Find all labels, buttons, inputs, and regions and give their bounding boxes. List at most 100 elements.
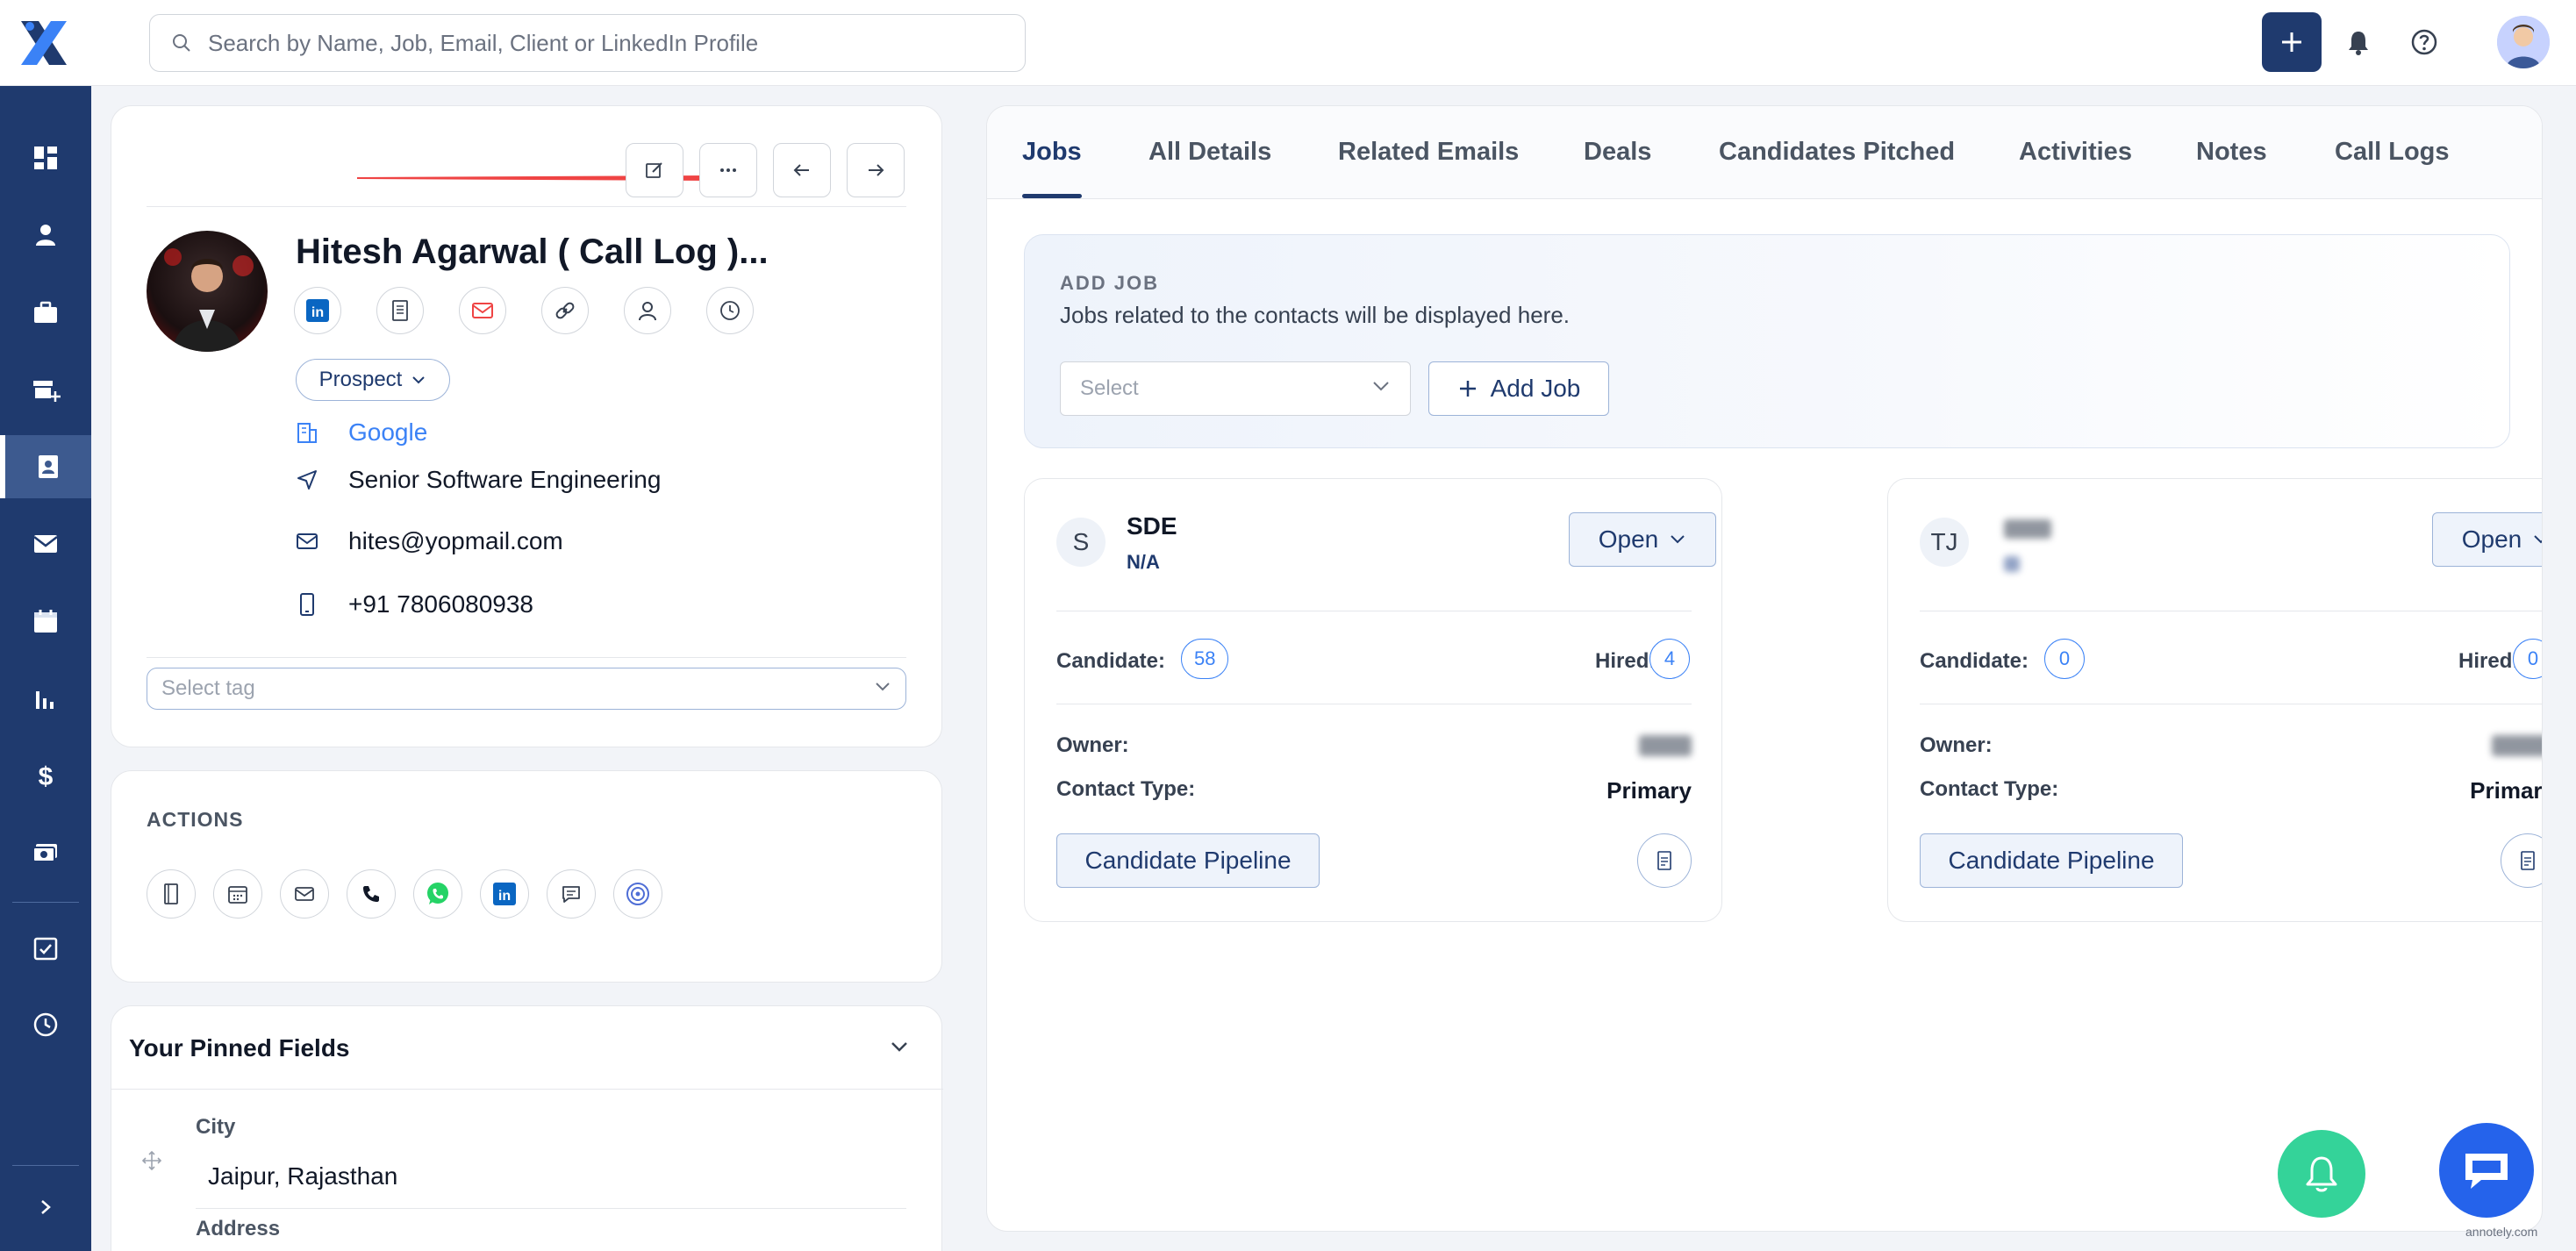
notification-fab[interactable] <box>2278 1130 2365 1218</box>
job-card[interactable]: TJ Open Candidate: 0 Hired: 0 Owner: Con… <box>1887 478 2542 922</box>
job-select[interactable]: Select <box>1060 361 1411 416</box>
message-icon <box>562 886 580 903</box>
mail-icon <box>295 887 314 901</box>
tab-jobs[interactable]: Jobs <box>1022 138 1082 167</box>
add-job-title: ADD JOB <box>1060 272 1160 294</box>
sidebar-item-reports[interactable] <box>0 667 91 730</box>
tab-activities[interactable]: Activities <box>2019 138 2132 167</box>
link-icon <box>555 302 575 319</box>
owner-button[interactable] <box>624 287 671 334</box>
email-row: hites@yopmail.com <box>294 527 563 555</box>
mail-icon <box>294 528 320 554</box>
annotation-arrow <box>357 169 743 187</box>
email-value[interactable]: hites@yopmail.com <box>348 527 563 555</box>
add-job-button[interactable]: Add Job <box>1428 361 1609 416</box>
tag-select[interactable]: Select tag <box>147 668 906 710</box>
candidate-count-badge[interactable]: 0 <box>2044 639 2085 679</box>
next-contact-button[interactable] <box>847 143 905 197</box>
sidebar-item-jobs[interactable] <box>0 281 91 344</box>
task-calendar-icon <box>33 937 58 961</box>
job-title[interactable]: SDE <box>1127 512 1177 540</box>
linkedin-button[interactable]: in <box>294 287 341 334</box>
money-icon <box>32 844 57 862</box>
job-status-label: Open <box>2461 525 2522 553</box>
sidebar-item-clients[interactable] <box>0 358 91 421</box>
svg-text:in: in <box>498 889 511 904</box>
candidate-count-badge[interactable]: 58 <box>1181 639 1229 679</box>
action-notes-button[interactable] <box>147 869 196 919</box>
contact-type-label: Contact Type: <box>1920 777 2059 801</box>
user-avatar[interactable] <box>2497 16 2550 68</box>
add-job-label: Add Job <box>1490 375 1581 402</box>
bell-icon[interactable] <box>2343 26 2374 58</box>
chevron-down-icon[interactable] <box>889 1040 910 1054</box>
candidate-pipeline-button[interactable]: Candidate Pipeline <box>1920 833 2183 888</box>
action-call-button[interactable] <box>347 869 396 919</box>
sidebar-item-dashboard[interactable] <box>0 126 91 189</box>
copy-link-button[interactable] <box>541 287 589 334</box>
tag-placeholder: Select tag <box>161 676 255 700</box>
search-placeholder: Search by Name, Job, Email, Client or Li… <box>208 29 759 56</box>
phone-value[interactable]: +91 7806080938 <box>348 590 533 618</box>
mail-red-icon <box>472 303 493 318</box>
sidebar-expand-button[interactable] <box>0 1176 91 1239</box>
create-new-button[interactable] <box>2262 12 2322 72</box>
app-logo[interactable] <box>12 14 75 72</box>
job-card[interactable]: S SDE N/A Open Candidate: 58 Hired: 4 Ow… <box>1024 478 1722 922</box>
bar-chart-icon <box>36 691 54 709</box>
drag-handle-icon[interactable] <box>141 1150 162 1171</box>
action-target-button[interactable] <box>613 869 662 919</box>
search-icon <box>171 32 192 54</box>
job-details-button[interactable] <box>2501 833 2542 888</box>
previous-contact-button[interactable] <box>773 143 831 197</box>
gmail-button[interactable] <box>459 287 506 334</box>
tab-call-logs[interactable]: Call Logs <box>2335 138 2450 167</box>
arrow-right-icon <box>869 164 884 176</box>
job-status-dropdown[interactable]: Open <box>2432 512 2542 567</box>
status-dropdown[interactable]: Prospect <box>296 359 450 401</box>
resume-button[interactable] <box>376 287 424 334</box>
contact-card-icon <box>39 455 58 478</box>
action-email-button[interactable] <box>280 869 329 919</box>
action-whatsapp-button[interactable] <box>413 869 462 919</box>
global-search-input[interactable]: Search by Name, Job, Email, Client or Li… <box>149 14 1026 72</box>
tab-deals[interactable]: Deals <box>1584 138 1651 167</box>
target-icon <box>626 883 649 905</box>
sidebar-item-email[interactable] <box>0 512 91 575</box>
sidebar-item-tasks[interactable] <box>0 916 91 979</box>
sidebar-divider-bottom <box>12 1165 79 1166</box>
notebook-icon <box>164 883 178 904</box>
sidebar-item-payroll[interactable] <box>0 821 91 884</box>
tab-candidates-pitched[interactable]: Candidates Pitched <box>1719 138 1955 167</box>
svg-text:in: in <box>311 305 324 320</box>
sidebar-item-candidates[interactable] <box>0 204 91 267</box>
hired-count-badge[interactable]: 4 <box>1649 639 1690 679</box>
chat-support-fab[interactable] <box>2439 1123 2534 1218</box>
sidebar: $ <box>0 86 91 1251</box>
history-button[interactable] <box>706 287 754 334</box>
job-details-button[interactable] <box>1637 833 1692 888</box>
edit-button[interactable] <box>626 143 683 197</box>
mail-icon <box>33 535 58 553</box>
field-divider <box>196 1208 906 1209</box>
tab-notes[interactable]: Notes <box>2196 138 2267 167</box>
job-status-dropdown[interactable]: Open <box>1569 512 1716 567</box>
sidebar-item-calendar[interactable] <box>0 590 91 653</box>
document-icon <box>1657 851 1671 870</box>
pinned-title: Your Pinned Fields <box>129 1034 350 1062</box>
svg-text:$: $ <box>39 762 54 790</box>
candidate-pipeline-button[interactable]: Candidate Pipeline <box>1056 833 1320 888</box>
action-linkedin-button[interactable]: in <box>480 869 529 919</box>
action-schedule-button[interactable] <box>213 869 262 919</box>
header-divider <box>147 206 906 207</box>
help-icon[interactable] <box>2408 26 2440 58</box>
sidebar-item-history[interactable] <box>0 993 91 1056</box>
sidebar-item-billing[interactable]: $ <box>0 744 91 807</box>
chat-icon <box>2465 1154 2508 1189</box>
sidebar-item-contacts[interactable] <box>0 435 91 498</box>
tab-all-details[interactable]: All Details <box>1148 138 1271 167</box>
tab-related-emails[interactable]: Related Emails <box>1338 138 1519 167</box>
action-sms-button[interactable] <box>547 869 596 919</box>
more-options-button[interactable] <box>699 143 757 197</box>
company-link[interactable]: Google <box>348 418 427 447</box>
